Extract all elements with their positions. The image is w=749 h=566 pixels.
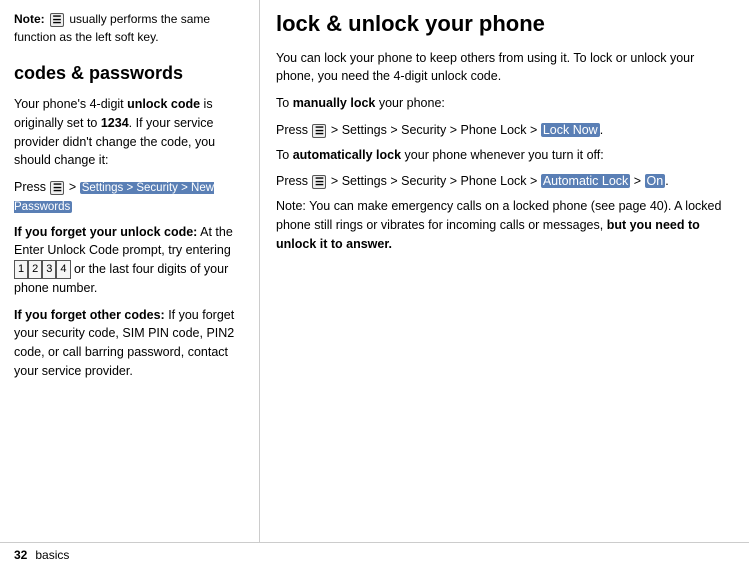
menu-icon-right2: ☰ bbox=[312, 175, 326, 189]
gt1: > bbox=[69, 180, 80, 194]
forget-other-paragraph: If you forget other codes: If you forget… bbox=[14, 306, 245, 381]
digit-1: 1 bbox=[14, 260, 28, 279]
menu-path2-suffix: . bbox=[665, 174, 668, 188]
gt-r2b: > bbox=[530, 174, 541, 188]
1234-bold: 1234 bbox=[101, 116, 129, 130]
forget-code-label: If you forget your unlock code: bbox=[14, 225, 197, 239]
menu-path2-mid: > bbox=[634, 174, 645, 188]
press-lock-now-line: Press ☰ > Settings > Security > Phone Lo… bbox=[276, 121, 733, 140]
manual-lock-intro2: your phone: bbox=[375, 96, 445, 110]
menu-icon-note: ☰ bbox=[50, 13, 64, 27]
unlock-code-bold: unlock code bbox=[127, 97, 200, 111]
digit-3: 3 bbox=[42, 260, 56, 279]
gt-r1b: > bbox=[530, 123, 541, 137]
left-column: Note: ☰ usually performs the same functi… bbox=[0, 0, 260, 566]
menu-path1-suffix: . bbox=[600, 123, 603, 137]
forget-other-label: If you forget other codes: bbox=[14, 308, 165, 322]
gt-r1: > bbox=[331, 123, 342, 137]
note-label: Note: bbox=[14, 12, 45, 26]
lock-unlock-title: lock & unlock your phone bbox=[276, 10, 733, 39]
manual-lock-to: To bbox=[276, 96, 293, 110]
lock-now-highlight: Lock Now bbox=[541, 123, 600, 137]
intro-paragraph: Your phone's 4-digit unlock code is orig… bbox=[14, 95, 245, 170]
digit-4: 4 bbox=[56, 260, 70, 279]
intro-text1: Your phone's 4-digit bbox=[14, 97, 127, 111]
press-settings-line: Press ☰ > Settings > Security > New Pass… bbox=[14, 178, 245, 217]
auto-lock-to: To bbox=[276, 148, 293, 162]
menu-icon-right1: ☰ bbox=[312, 124, 326, 138]
footer-bar: 32 basics bbox=[0, 542, 749, 566]
note-box: Note: ☰ usually performs the same functi… bbox=[14, 10, 245, 46]
press-label-left: Press bbox=[14, 180, 46, 194]
menu-path1-pre: Settings > Security > Phone Lock bbox=[342, 123, 527, 137]
codes-passwords-title: codes & passwords bbox=[14, 60, 245, 87]
forget-code-paragraph: If you forget your unlock code: At the E… bbox=[14, 223, 245, 298]
manual-lock-intro: To manually lock your phone: bbox=[276, 94, 733, 113]
right-column: lock & unlock your phone You can lock yo… bbox=[260, 0, 749, 566]
press-auto-lock-line: Press ☰ > Settings > Security > Phone Lo… bbox=[276, 172, 733, 191]
footer-section: basics bbox=[35, 548, 69, 562]
menu-path2-pre: Settings > Security > Phone Lock bbox=[342, 174, 527, 188]
automatically-lock-bold: automatically lock bbox=[293, 148, 401, 162]
lock-intro-paragraph: You can lock your phone to keep others f… bbox=[276, 49, 733, 87]
page-number: 32 bbox=[14, 548, 27, 562]
gt-r2: > bbox=[331, 174, 342, 188]
press-label-2: Press bbox=[276, 174, 308, 188]
auto-lock-intro2: your phone whenever you turn it off: bbox=[401, 148, 604, 162]
auto-lock-intro: To automatically lock your phone wheneve… bbox=[276, 146, 733, 165]
on-highlight: On bbox=[645, 174, 666, 188]
menu-icon-left: ☰ bbox=[50, 181, 64, 195]
auto-lock-highlight: Automatic Lock bbox=[541, 174, 630, 188]
press-label-1: Press bbox=[276, 123, 308, 137]
note-paragraph: Note: You can make emergency calls on a … bbox=[276, 197, 733, 253]
digit-2: 2 bbox=[28, 260, 42, 279]
manually-lock-bold: manually lock bbox=[293, 96, 376, 110]
